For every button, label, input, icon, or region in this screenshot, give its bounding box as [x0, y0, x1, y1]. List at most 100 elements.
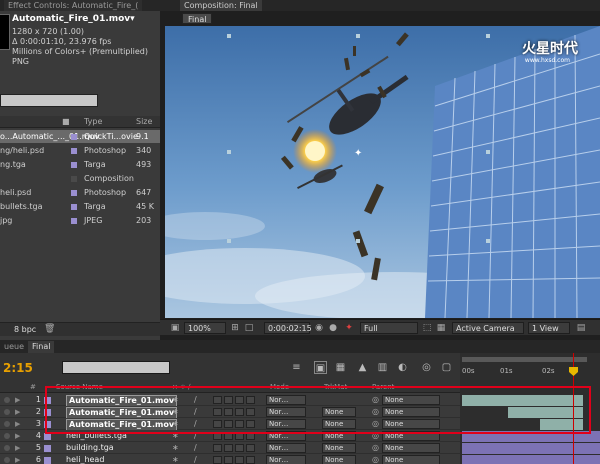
blend-mode-dropdown[interactable]: Nor…	[266, 455, 306, 464]
work-area-bar[interactable]	[462, 357, 587, 362]
visibility-eye-icon[interactable]	[4, 433, 10, 439]
layer-name[interactable]: heli_bullets.tga	[66, 430, 127, 442]
column-size[interactable]: Size	[136, 117, 152, 126]
selected-item-title[interactable]: Automatic_Fire_01.mov▾	[12, 14, 135, 24]
parent-pickwhip-icon[interactable]: ◎	[372, 454, 379, 464]
layer-duration-bar[interactable]	[462, 454, 600, 464]
parent-pickwhip-icon[interactable]: ◎	[372, 442, 379, 454]
frame-blending-icon[interactable]: ▥	[376, 361, 389, 374]
column-source-name[interactable]: Source Name	[56, 383, 103, 391]
views-dropdown[interactable]: 1 View	[528, 322, 570, 334]
layer-label-color[interactable]	[44, 445, 51, 452]
quality-switch-icon[interactable]: ∕	[194, 418, 197, 430]
parent-pickwhip-icon[interactable]: ◎	[372, 418, 379, 430]
visibility-eye-icon[interactable]	[4, 409, 10, 415]
layer-label-color[interactable]	[44, 409, 51, 416]
layer-row[interactable]: ▶ 3 Automatic_Fire_01.mov ∗ ∕ Nor… None ◎ None	[0, 418, 460, 431]
layer-duration-bar[interactable]	[508, 406, 583, 418]
tab-composition-final[interactable]: Composition: Final	[180, 0, 262, 11]
layer-row[interactable]: ▶ 6 heli_head ∗ ∕ Nor… None ◎ None	[0, 454, 460, 464]
tab-render-queue[interactable]: ueue	[0, 341, 28, 353]
live-update-icon[interactable]: ▣	[314, 361, 327, 374]
safe-zones-icon[interactable]: ⊞	[230, 323, 240, 333]
twirl-arrow-icon[interactable]: ▶	[15, 442, 20, 454]
quality-switch-icon[interactable]: ∕	[194, 430, 197, 442]
project-item-row[interactable]: Composition	[0, 172, 160, 185]
parent-dropdown[interactable]: None	[382, 395, 440, 405]
layer-label-color[interactable]	[44, 433, 51, 440]
project-item-row[interactable]: heli.psd Photoshop 647	[0, 186, 160, 199]
layer-duration-bar[interactable]	[540, 418, 583, 430]
project-item-row[interactable]: jpg JPEG 203	[0, 214, 160, 227]
comp-flowchart-button[interactable]: Final	[182, 13, 213, 24]
timeline-timecode[interactable]: 2:15	[3, 361, 33, 375]
tab-final[interactable]: Final	[28, 341, 55, 353]
draft-3d-icon[interactable]: ▦	[334, 361, 347, 374]
label-color-swatch[interactable]	[71, 176, 77, 182]
show-snapshot-icon[interactable]: ●	[328, 323, 338, 333]
label-color-swatch[interactable]	[71, 190, 77, 196]
bit-depth-button[interactable]: 8 bpc	[14, 325, 36, 334]
layer-row[interactable]: ▶ 4 heli_bullets.tga ∗ ∕ Nor… None ◎ None	[0, 430, 460, 442]
current-time-display[interactable]: 0:00:02:15	[264, 322, 312, 334]
snapshot-icon[interactable]: ◉	[314, 323, 324, 333]
visibility-eye-icon[interactable]	[4, 457, 10, 463]
blend-mode-dropdown[interactable]: Nor…	[266, 407, 306, 417]
parent-dropdown[interactable]: None	[382, 407, 440, 417]
motion-blur-icon[interactable]: ◐	[396, 361, 409, 374]
trkmat-dropdown[interactable]: None	[322, 407, 356, 417]
project-item-row[interactable]: ng/heli.psd Photoshop 340	[0, 144, 160, 157]
twirl-arrow-icon[interactable]: ▶	[15, 430, 20, 442]
column-type[interactable]: Type	[84, 117, 102, 126]
layer-name[interactable]: heli_head	[66, 454, 104, 464]
layer-duration-bar[interactable]	[462, 394, 583, 406]
layer-label-color[interactable]	[44, 421, 51, 428]
visibility-eye-icon[interactable]	[4, 397, 10, 403]
twirl-arrow-icon[interactable]: ▶	[15, 418, 20, 430]
layer-switch-boxes[interactable]	[213, 456, 257, 464]
layer-duration-bar[interactable]	[462, 442, 600, 454]
blend-mode-dropdown[interactable]: Nor…	[266, 443, 306, 453]
layer-row[interactable]: ▶ 2 Automatic_Fire_01.mov ∗ ∕ Nor… None ◎ None	[0, 406, 460, 419]
parent-pickwhip-icon[interactable]: ◎	[372, 406, 379, 418]
quality-switch-icon[interactable]: ∕	[194, 406, 197, 418]
current-time-indicator-head[interactable]	[569, 367, 578, 376]
twirl-arrow-icon[interactable]: ▶	[15, 454, 20, 464]
quality-switch-icon[interactable]: ∕	[194, 394, 197, 406]
shy-switch-icon[interactable]: ∗	[172, 418, 179, 430]
parent-dropdown[interactable]: None	[382, 455, 440, 464]
label-color-swatch[interactable]	[71, 204, 77, 210]
time-graph[interactable]: 00s 01s 02s	[460, 353, 600, 464]
project-search-input[interactable]	[0, 94, 98, 107]
label-color-swatch[interactable]	[71, 218, 77, 224]
project-item-row[interactable]: ng.tga Targa 493	[0, 158, 160, 171]
zoom-dropdown[interactable]: 100%	[184, 322, 226, 334]
layer-name[interactable]: building.tga	[66, 442, 114, 454]
parent-dropdown[interactable]: None	[382, 443, 440, 453]
resolution-dropdown[interactable]: Full	[360, 322, 418, 334]
blend-mode-dropdown[interactable]: Nor…	[266, 395, 306, 405]
layer-duration-bar[interactable]	[462, 430, 600, 442]
label-color-swatch[interactable]	[71, 162, 77, 168]
comp-mini-flowchart-icon[interactable]: ≡	[290, 361, 303, 374]
tag-icon[interactable]: ■	[62, 117, 70, 126]
shy-switch-icon[interactable]: ∗	[172, 430, 179, 442]
layer-label-color[interactable]	[44, 457, 51, 464]
shy-switch-icon[interactable]: ∗	[172, 406, 179, 418]
label-color-swatch[interactable]	[71, 134, 77, 140]
column-mode[interactable]: Mode	[270, 383, 289, 391]
shy-switch-icon[interactable]: ∗	[172, 442, 179, 454]
twirl-arrow-icon[interactable]: ▶	[15, 406, 20, 418]
layer-row[interactable]: ▶ 1 Automatic_Fire_01.mov ∗ ∕ Nor… ◎ None	[0, 394, 460, 407]
project-item-row[interactable]: o...Automatic_..._01.mov QuickTi...ovie 9.…	[0, 130, 160, 143]
blend-mode-dropdown[interactable]: Nor…	[266, 419, 306, 429]
parent-dropdown[interactable]: None	[382, 419, 440, 429]
region-of-interest-icon[interactable]: ⬚	[422, 323, 432, 333]
visibility-eye-icon[interactable]	[4, 445, 10, 451]
graph-editor-icon[interactable]: ▢	[440, 361, 453, 374]
column-parent[interactable]: Parent	[372, 383, 394, 391]
quality-switch-icon[interactable]: ∕	[194, 442, 197, 454]
channel-icon[interactable]: ✦	[344, 323, 354, 333]
fast-preview-icon[interactable]: ▤	[576, 323, 586, 333]
shy-switch-icon[interactable]: ∗	[172, 454, 179, 464]
